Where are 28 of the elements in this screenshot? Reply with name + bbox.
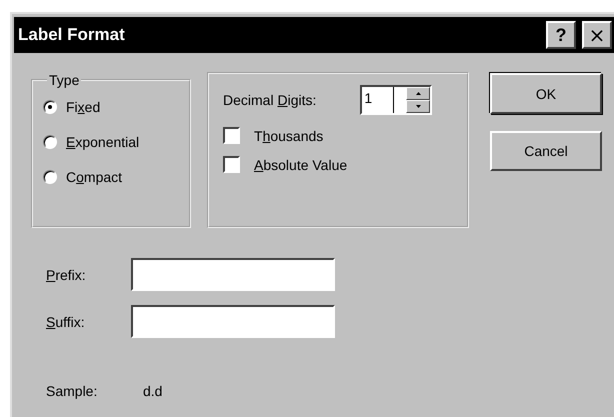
- spin-up-button[interactable]: [406, 87, 430, 100]
- radio-label: Fixed: [66, 99, 100, 115]
- radio-button[interactable]: [43, 135, 57, 149]
- help-button[interactable]: ?: [546, 21, 576, 49]
- field-label: Prefix:: [46, 266, 87, 282]
- text-field[interactable]: [131, 305, 335, 338]
- sample-value: d.d: [143, 383, 162, 399]
- field-label: Decimal Digits:: [223, 92, 316, 108]
- up-arrow-icon: [416, 92, 421, 95]
- checkbox[interactable]: [223, 156, 240, 173]
- checkbox-label: Thousands: [254, 128, 324, 144]
- spin-box[interactable]: 1: [360, 85, 432, 115]
- ok-button[interactable]: OK: [490, 73, 602, 114]
- field-label: Suffix:: [46, 314, 86, 330]
- sample-label: Sample:: [46, 383, 98, 399]
- radio-label: Compact: [66, 169, 122, 185]
- radio-button[interactable]: [43, 170, 57, 184]
- checkbox[interactable]: [223, 127, 240, 144]
- spin-down-button[interactable]: [406, 100, 430, 113]
- radio-label: Exponential: [66, 134, 140, 150]
- window-title: Label Format: [18, 25, 126, 45]
- down-arrow-icon: [416, 105, 421, 108]
- radio-button[interactable]: [43, 100, 57, 114]
- text-field[interactable]: [131, 258, 335, 291]
- cancel-button[interactable]: Cancel: [490, 131, 602, 171]
- group-title: Type: [48, 72, 80, 88]
- close-button[interactable]: ×: [582, 21, 612, 49]
- checkbox-label: Absolute Value: [254, 156, 348, 172]
